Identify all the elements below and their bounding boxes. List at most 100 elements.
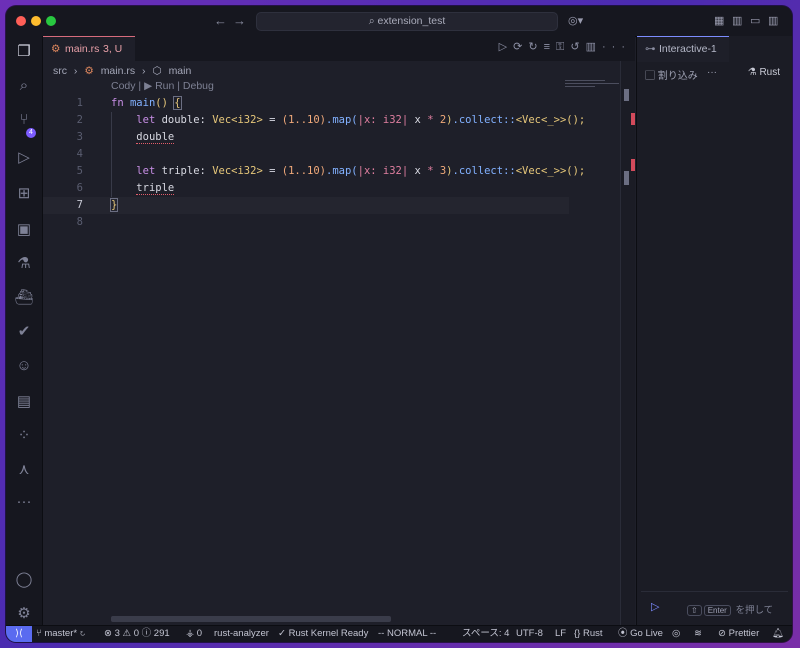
sync-icon: ↻ <box>79 628 86 639</box>
language-status[interactable]: {} Rust <box>574 626 603 642</box>
maximize-window-button[interactable] <box>46 16 56 26</box>
settings-gear-icon[interactable]: ⚙ <box>14 604 34 624</box>
vim-mode: -- NORMAL -- <box>378 628 437 639</box>
interrupt-button[interactable]: ▢ 割り込み <box>645 67 698 82</box>
prettier-status[interactable]: ⊘ Prettier <box>718 626 759 642</box>
notifications-bell-icon[interactable]: 🔔︎ <box>772 626 784 642</box>
explorer-icon[interactable]: ❐ <box>14 42 34 62</box>
rust-file-icon: ⚙ <box>84 65 94 77</box>
testing-icon[interactable]: ⚗ <box>14 254 34 274</box>
tab-main-rs[interactable]: ⚙ main.rs 3, U <box>43 36 135 62</box>
extensions-icon[interactable]: ⊞ <box>14 184 34 204</box>
search-icon: ⌕ <box>368 15 378 27</box>
editor-tabs: ⚙ main.rs 3, U ▷⟳↻≡⚿↺▥··· <box>43 36 635 62</box>
search-icon[interactable]: ⌕ <box>14 76 34 96</box>
stop-icon: ▢ <box>645 71 658 82</box>
grid-icon[interactable]: ⁘ <box>14 426 34 446</box>
codelens[interactable]: Cody | ▶ Run | Debug <box>111 80 214 92</box>
code-line: 3 double <box>43 129 635 146</box>
indentation-status[interactable]: スペース: 4 <box>462 626 509 642</box>
check-icon: ✓ <box>278 628 289 639</box>
remote-explorer-icon[interactable]: ▣ <box>14 220 34 240</box>
more-icon[interactable]: ··· <box>14 492 34 512</box>
rust-file-icon: ⚙ <box>51 43 61 55</box>
antenna-icon: ⚶ <box>186 628 197 639</box>
breadcrumb-file[interactable]: main.rs <box>101 65 135 77</box>
more-actions-icon[interactable]: ··· <box>602 41 631 53</box>
graph-icon[interactable]: ⋏ <box>14 460 34 480</box>
notebook-icon[interactable]: ▤ <box>14 392 34 412</box>
code-line: 6 triple <box>43 180 635 197</box>
problems-status[interactable]: ⊗ 3 ⚠ 0 ⓘ 291 <box>104 626 170 642</box>
split-editor-icon[interactable]: ▥ <box>586 41 602 53</box>
back-button[interactable]: ← <box>214 13 227 28</box>
vscode-window: ← → ⌕ extension_test ◎▾ ▦ ▥ ▭ ▥ ❐ ⌕ ⑂ 4 … <box>6 6 792 642</box>
debug-icon[interactable]: ⟳ <box>513 41 528 53</box>
breadcrumb-symbol[interactable]: main <box>169 65 192 77</box>
sync-icon[interactable]: ↻ <box>528 41 543 53</box>
kernel-picker[interactable]: ⚗ Rust <box>748 67 780 78</box>
toggle-secondary-sidebar-icon[interactable]: ▥ <box>768 14 778 27</box>
code-line: 5 let triple: Vec<i32> = (1..10).map(|x:… <box>43 163 635 180</box>
scm-badge: 4 <box>26 128 36 138</box>
line-number: 5 <box>76 165 83 177</box>
more-button[interactable]: ··· <box>707 67 717 78</box>
copilot-icon[interactable]: ◎▾ <box>568 14 583 27</box>
account-icon[interactable]: ◯ <box>14 570 34 590</box>
line-number: 4 <box>76 148 83 160</box>
eol-status[interactable]: LF <box>555 626 566 642</box>
flask-icon: ⚗ <box>747 67 760 78</box>
workspace-title: extension_test <box>377 15 446 27</box>
forward-button[interactable]: → <box>233 13 246 28</box>
copilot-chat-icon[interactable]: ☺ <box>14 356 34 376</box>
chevron-right-icon: › <box>142 65 146 77</box>
remote-indicator[interactable]: ⟩⟨ <box>6 626 32 642</box>
toggle-panel-icon[interactable]: ▭ <box>750 14 760 27</box>
breadcrumb-folder[interactable]: src <box>53 65 67 77</box>
info-icon: ⓘ <box>141 628 154 639</box>
toggle-sidebar-icon[interactable]: ▥ <box>732 14 742 27</box>
error-icon: ⊗ <box>104 628 115 639</box>
error-marker <box>631 113 635 125</box>
kernel-status[interactable]: ✓ Rust Kernel Ready <box>278 626 368 642</box>
key-icon[interactable]: ⚿ <box>556 41 570 53</box>
minimap[interactable] <box>565 80 621 92</box>
chevron-right-icon: › <box>73 65 78 77</box>
line-number: 1 <box>76 97 83 109</box>
close-window-button[interactable] <box>16 16 26 26</box>
ports-status[interactable]: ⚶ 0 <box>186 626 202 642</box>
run-icon[interactable]: ▷ <box>651 600 659 613</box>
interactive-input[interactable]: ▷ ⇧ Enter を押して <box>641 591 788 622</box>
tab-filename: main.rs <box>65 43 100 55</box>
run-debug-icon[interactable]: ▷ <box>14 148 34 168</box>
breadcrumb: src › ⚙ main.rs › ⬡ main <box>53 65 195 79</box>
branch-status[interactable]: ⑂ master* ↻ <box>36 626 85 642</box>
editor-group: ⚙ main.rs 3, U ▷⟳↻≡⚿↺▥··· src › ⚙ main.r… <box>43 36 635 626</box>
refresh-icon[interactable]: ↺ <box>570 41 585 53</box>
layout-icon[interactable]: ▦ <box>714 14 724 27</box>
code-line: 1 fn main() { <box>43 95 635 112</box>
list-icon[interactable]: ≡ <box>544 41 556 53</box>
interactive-icon: ⊶ <box>645 43 656 55</box>
line-number: 3 <box>76 131 83 143</box>
checklist-icon[interactable]: ≋ <box>694 626 702 642</box>
run-icon[interactable]: ▷ <box>499 41 513 53</box>
vertical-scrollbar[interactable] <box>620 61 635 626</box>
go-live-status[interactable]: ⦿ Go Live <box>618 626 663 642</box>
prettier-icon: ⊘ <box>718 628 729 639</box>
minimize-window-button[interactable] <box>31 16 41 26</box>
horizontal-scrollbar[interactable] <box>111 616 391 622</box>
command-center[interactable]: ⌕ extension_test <box>256 12 558 31</box>
tab-interactive[interactable]: ⊶ Interactive-1 <box>637 36 729 62</box>
title-bar: ← → ⌕ extension_test ◎▾ ▦ ▥ ▭ ▥ <box>6 6 792 37</box>
braces-icon: {} <box>574 628 583 639</box>
source-control-icon[interactable]: ⑂ <box>14 110 34 130</box>
tab-status: 3, U <box>103 43 123 55</box>
checks-icon[interactable]: ✔ <box>14 322 34 342</box>
copilot-status-icon[interactable]: ◎ <box>672 626 680 642</box>
docker-icon[interactable]: ⛴ <box>14 288 34 308</box>
rust-analyzer-status[interactable]: rust-analyzer <box>214 626 269 642</box>
encoding-status[interactable]: UTF-8 <box>516 626 543 642</box>
input-hint: ⇧ Enter を押して <box>687 602 773 616</box>
scroll-thumb[interactable] <box>624 89 629 101</box>
